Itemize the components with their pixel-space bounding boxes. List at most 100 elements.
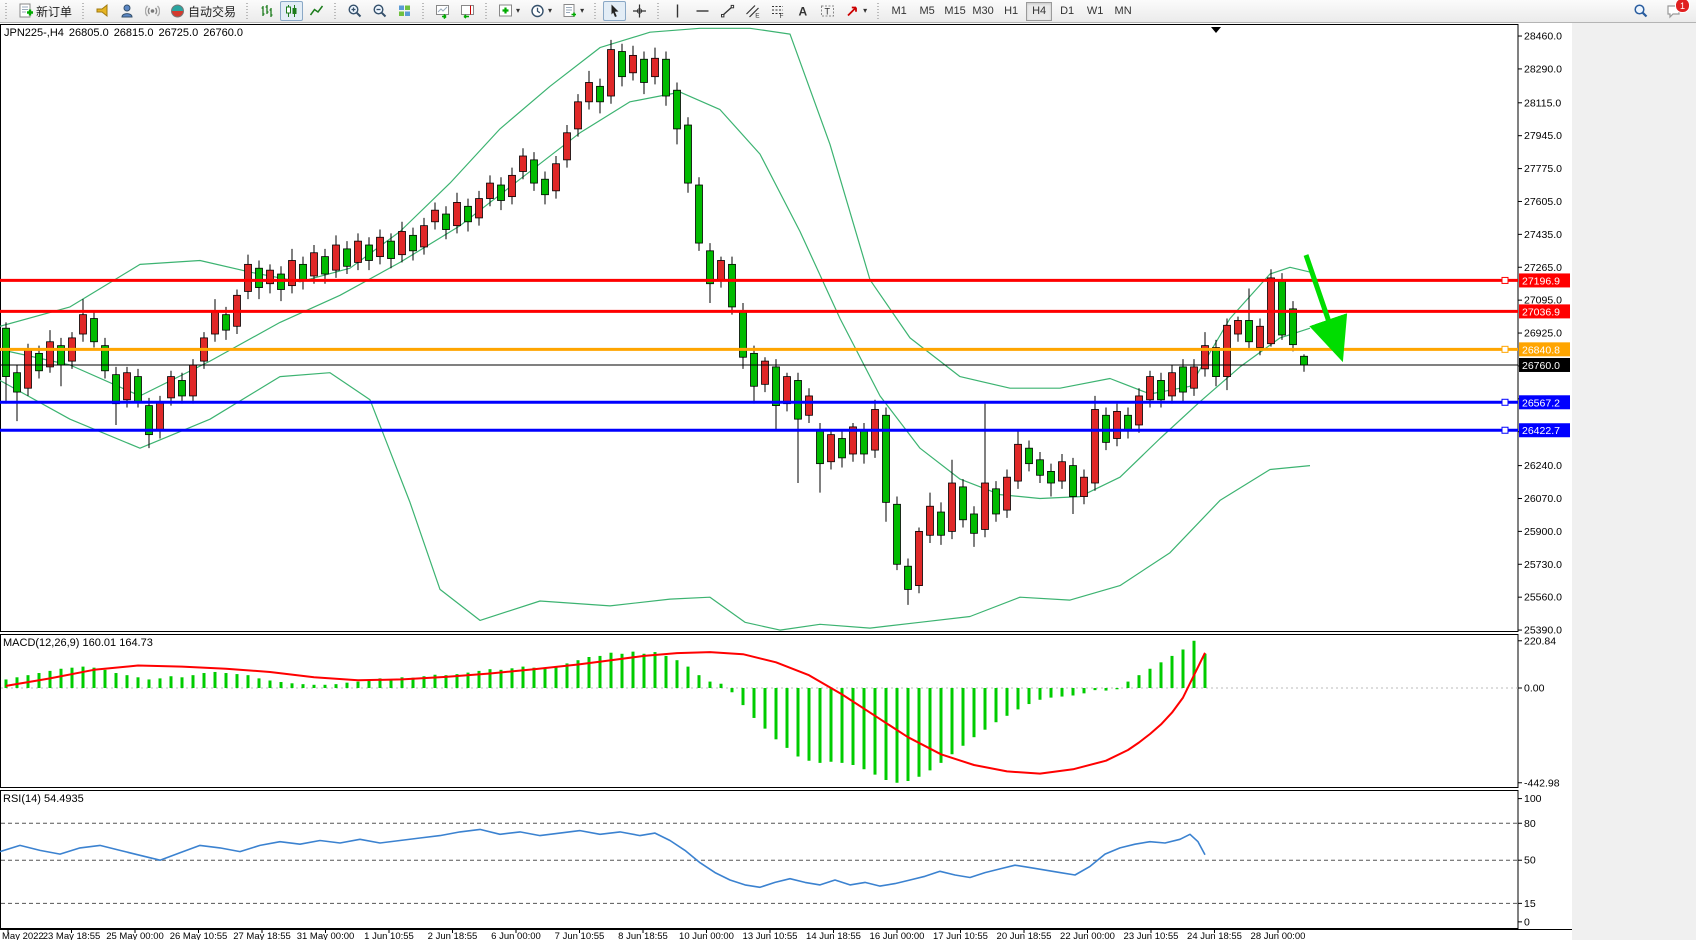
zoom-out-icon [372, 3, 387, 19]
macd-axis-label: 220.84 [1524, 635, 1556, 647]
fibonacci-button[interactable]: F [766, 1, 789, 21]
chart-canvas[interactable]: 28460.028290.028115.027945.027775.027605… [0, 0, 1696, 940]
timeframe-w1-button[interactable]: W1 [1082, 2, 1108, 21]
auto-trading-button[interactable]: 自动交易 [166, 1, 240, 21]
candle [795, 380, 802, 419]
timeframe-h4-button[interactable]: H4 [1026, 2, 1052, 21]
rsi-axis-label: 50 [1524, 855, 1536, 867]
line-handle[interactable] [1502, 399, 1508, 405]
cursor-button[interactable] [603, 1, 626, 21]
candle [36, 353, 43, 370]
candle [960, 487, 967, 520]
candle [333, 245, 340, 270]
text-label-button[interactable]: T [816, 1, 839, 21]
signal-icon [145, 3, 160, 19]
candle [806, 396, 813, 415]
chart-shift-button[interactable] [456, 1, 479, 21]
text-button[interactable]: A [791, 1, 814, 21]
line-handle[interactable] [1502, 427, 1508, 433]
time-axis-label: 27 May 18:55 [233, 931, 291, 940]
price-line-label: 26840.8 [1522, 344, 1560, 356]
candle [355, 241, 362, 262]
price-line-label: 26760.0 [1522, 360, 1560, 372]
candle [487, 183, 494, 198]
macd-indicator-label: MACD(12,26,9) 160.01 164.73 [3, 637, 153, 649]
timeframe-h1-button[interactable]: H1 [998, 2, 1024, 21]
templates-button[interactable]: ▾ [558, 1, 588, 21]
indicators-button[interactable]: ▾ [494, 1, 524, 21]
timeframe-d1-button[interactable]: D1 [1054, 2, 1080, 21]
line-chart-button[interactable] [305, 1, 328, 21]
zoom-out-button[interactable] [368, 1, 391, 21]
candle [1004, 477, 1011, 510]
time-axis-label: 24 Jun 18:55 [1187, 931, 1242, 940]
time-axis-label: 1 Jun 10:55 [364, 931, 414, 940]
toolbar-grip [420, 3, 427, 19]
candle [674, 90, 681, 129]
template-icon [562, 3, 577, 19]
candle [1147, 377, 1154, 400]
price-tick-label: 28290.0 [1524, 63, 1562, 75]
candle [949, 483, 956, 531]
trendline-button[interactable] [716, 1, 739, 21]
candle [14, 373, 21, 392]
timeframe-mn-button[interactable]: MN [1110, 2, 1136, 21]
autotrade-icon [170, 3, 185, 19]
candle [520, 156, 527, 171]
candle [1191, 367, 1198, 388]
candle [190, 365, 197, 396]
candle [47, 342, 54, 367]
periods-button[interactable]: ▾ [526, 1, 556, 21]
dropdown-caret-icon: ▾ [863, 7, 867, 15]
timeframe-toolbar: M1M5M15M30H1H4D1W1MN [885, 0, 1137, 23]
vertical-line-button[interactable] [666, 1, 689, 21]
candle [773, 367, 780, 406]
sound-alert-button[interactable] [91, 1, 114, 21]
signal-button[interactable] [141, 1, 164, 21]
toolbar-grip [483, 3, 490, 19]
arrows-button[interactable]: ▾ [841, 1, 871, 21]
candle [894, 504, 901, 564]
line-handle[interactable] [1502, 346, 1508, 352]
notifications-button[interactable]: 1 [1662, 1, 1685, 21]
dropdown-caret-icon: ▾ [548, 7, 552, 15]
search-button[interactable] [1629, 1, 1652, 21]
crosshair-button[interactable] [628, 1, 651, 21]
candlestick-button[interactable] [280, 1, 303, 21]
candle [256, 268, 263, 287]
macd-name: MACD(12,26,9) [3, 637, 79, 649]
zoom-in-button[interactable] [343, 1, 366, 21]
candle [223, 315, 230, 330]
timeframe-m15-button[interactable]: M15 [942, 2, 968, 21]
candle [1169, 373, 1176, 396]
candle [509, 175, 516, 196]
candle [366, 245, 373, 260]
candle [784, 377, 791, 404]
line-handle[interactable] [1502, 277, 1508, 283]
time-axis-label: 26 May 10:55 [170, 931, 228, 940]
candle [454, 202, 461, 225]
candle [410, 235, 417, 250]
timeframe-m5-button[interactable]: M5 [914, 2, 940, 21]
notification-badge: 1 [1675, 0, 1690, 13]
new-order-button[interactable]: 新订单 [14, 1, 76, 21]
horizontal-line-button[interactable] [691, 1, 714, 21]
candle [300, 264, 307, 279]
auto-scroll-button[interactable] [431, 1, 454, 21]
channel-icon: E [745, 3, 760, 19]
clock-icon [530, 3, 545, 19]
channel-button[interactable]: E [741, 1, 764, 21]
timeframe-m1-button[interactable]: M1 [886, 2, 912, 21]
bar-chart-button[interactable] [255, 1, 278, 21]
profile-button[interactable] [116, 1, 139, 21]
candlestick-icon [284, 3, 299, 19]
timeframe-m30-button[interactable]: M30 [970, 2, 996, 21]
time-axis-label: 31 May 00:00 [297, 931, 355, 940]
price-tick-label: 25900.0 [1524, 526, 1562, 538]
candle [1048, 471, 1055, 483]
candle [1070, 466, 1077, 497]
tile-windows-button[interactable] [393, 1, 416, 21]
time-axis-label: 23 May 18:55 [43, 931, 101, 940]
price-line-label: 27036.9 [1522, 306, 1560, 318]
candle [1136, 396, 1143, 425]
